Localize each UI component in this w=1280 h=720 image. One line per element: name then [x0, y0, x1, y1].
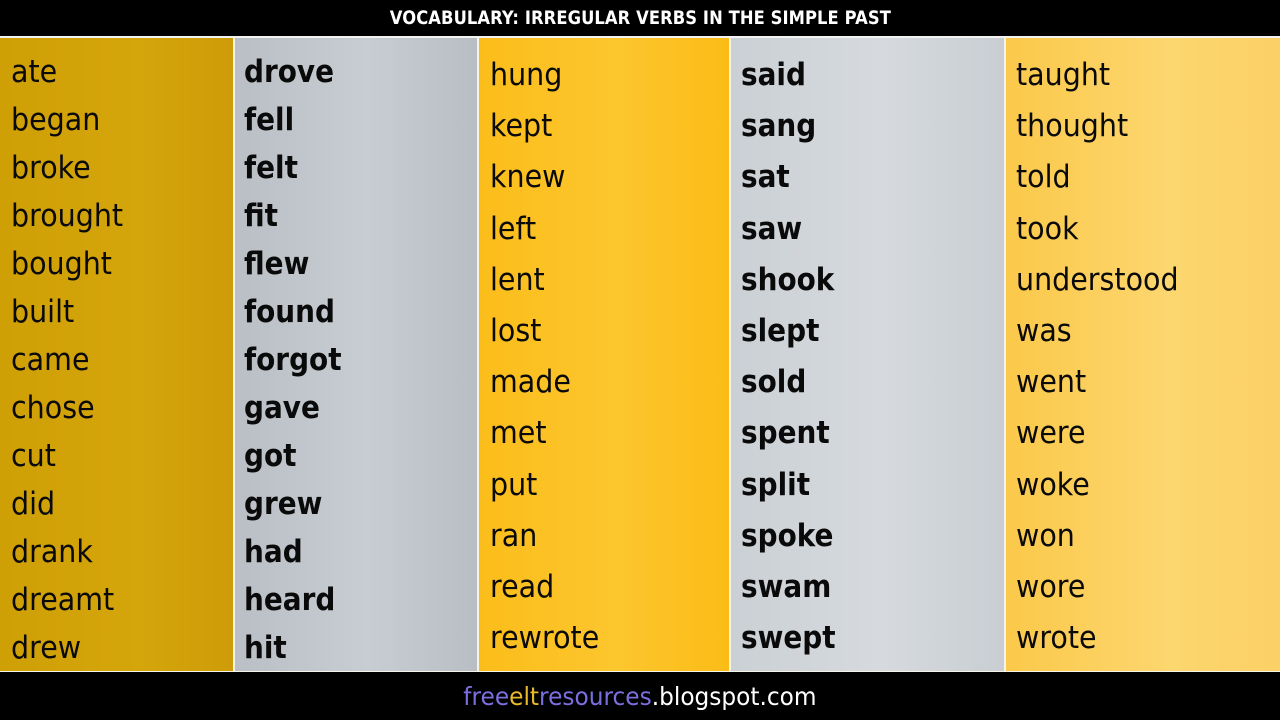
- verb-column-3: hung kept knew left lent lost made met put ran rea…: [479, 38, 729, 671]
- verb-column-2: drove fell felt fit flew found forgot gave got gr…: [235, 38, 477, 671]
- verb-item: kept: [490, 108, 553, 145]
- verb-item: took: [1016, 210, 1079, 247]
- verb-column-1: ate began broke brought bought built came chose…: [0, 38, 233, 671]
- verb-grid: ate began broke brought bought built came chose…: [0, 38, 1280, 672]
- verb-list: said sang sat saw shook slept sold spent split sp…: [741, 50, 1004, 664]
- verb-item: understood: [1016, 261, 1179, 298]
- verb-item: wore: [1016, 568, 1086, 605]
- verb-item: hung: [490, 57, 563, 93]
- verb-item: wrote: [1016, 620, 1097, 657]
- blog-url-link[interactable]: freeeltresources.blogspot.com: [463, 682, 816, 711]
- url-part-free: free: [463, 681, 510, 711]
- verb-item: ate: [11, 54, 58, 90]
- verb-item: taught: [1016, 57, 1111, 93]
- verb-item: heard: [244, 582, 336, 618]
- verb-item: grew: [244, 486, 323, 522]
- verb-item: came: [11, 342, 90, 378]
- verb-item: forgot: [244, 342, 342, 378]
- verb-item: got: [244, 438, 297, 474]
- verb-item: left: [490, 210, 537, 247]
- verb-item: read: [490, 568, 555, 605]
- verb-item: saw: [741, 210, 803, 247]
- verb-item: knew: [490, 159, 566, 196]
- verb-item: drew: [11, 630, 82, 666]
- verb-item: brought: [11, 198, 124, 234]
- verb-item: slept: [741, 312, 820, 349]
- verb-item: swept: [741, 620, 836, 657]
- verb-item: sold: [741, 364, 807, 401]
- verb-item: lent: [490, 261, 545, 298]
- url-part-resources: resources: [539, 681, 652, 711]
- verb-item: swam: [741, 568, 832, 605]
- verb-item: hit: [244, 630, 287, 666]
- verb-list: hung kept knew left lent lost made met put ran rea…: [490, 50, 729, 664]
- verb-item: began: [11, 102, 101, 138]
- verb-item: fell: [244, 102, 295, 138]
- verb-item: split: [741, 466, 811, 503]
- verb-item: said: [741, 57, 806, 93]
- verb-item: built: [11, 294, 75, 330]
- verb-item: met: [490, 415, 547, 452]
- verb-item: flew: [244, 246, 310, 282]
- verb-item: thought: [1016, 108, 1129, 145]
- verb-item: drove: [244, 54, 335, 90]
- verb-item: rewrote: [490, 620, 600, 657]
- verb-item: woke: [1016, 466, 1090, 503]
- verb-item: fit: [244, 198, 279, 234]
- verb-item: shook: [741, 261, 835, 298]
- verb-list: drove fell felt fit flew found forgot gave got gr…: [244, 48, 477, 672]
- verb-item: broke: [11, 150, 91, 186]
- verb-item: put: [490, 466, 538, 503]
- verb-item: sat: [741, 159, 790, 196]
- verb-item: bought: [11, 246, 112, 282]
- verb-item: spoke: [741, 517, 834, 554]
- verb-item: found: [244, 294, 336, 330]
- verb-item: chose: [11, 390, 95, 426]
- verb-item: felt: [244, 150, 298, 186]
- url-part-domain: .blogspot.com: [651, 681, 817, 711]
- url-part-elt: elt: [509, 681, 540, 711]
- verb-item: gave: [244, 390, 320, 426]
- verb-item: made: [490, 364, 571, 401]
- verb-item: was: [1016, 312, 1072, 349]
- verb-item: told: [1016, 159, 1071, 196]
- verb-item: dreamt: [11, 582, 115, 618]
- verb-item: cut: [11, 438, 56, 474]
- verb-list: taught thought told took understood was went we…: [1016, 50, 1280, 664]
- page-title: VOCABULARY: IRREGULAR VERBS IN THE SIMPL…: [389, 7, 891, 29]
- verb-item: had: [244, 534, 303, 570]
- verb-item: were: [1016, 415, 1086, 452]
- verb-item: spent: [741, 415, 830, 452]
- verb-column-5: taught thought told took understood was went we…: [1006, 38, 1280, 671]
- verb-column-4: said sang sat saw shook slept sold spent split sp…: [731, 38, 1004, 671]
- verb-item: won: [1016, 517, 1075, 554]
- verb-item: lost: [490, 312, 542, 349]
- footer-bar: freeeltresources.blogspot.com: [0, 672, 1280, 720]
- verb-item: went: [1016, 364, 1087, 401]
- verb-item: sang: [741, 108, 817, 145]
- verb-item: drank: [11, 534, 93, 570]
- title-bar: VOCABULARY: IRREGULAR VERBS IN THE SIMPL…: [0, 0, 1280, 38]
- verb-list: ate began broke brought bought built came chose…: [11, 48, 233, 672]
- verb-item: did: [11, 486, 56, 522]
- verb-item: ran: [490, 517, 538, 554]
